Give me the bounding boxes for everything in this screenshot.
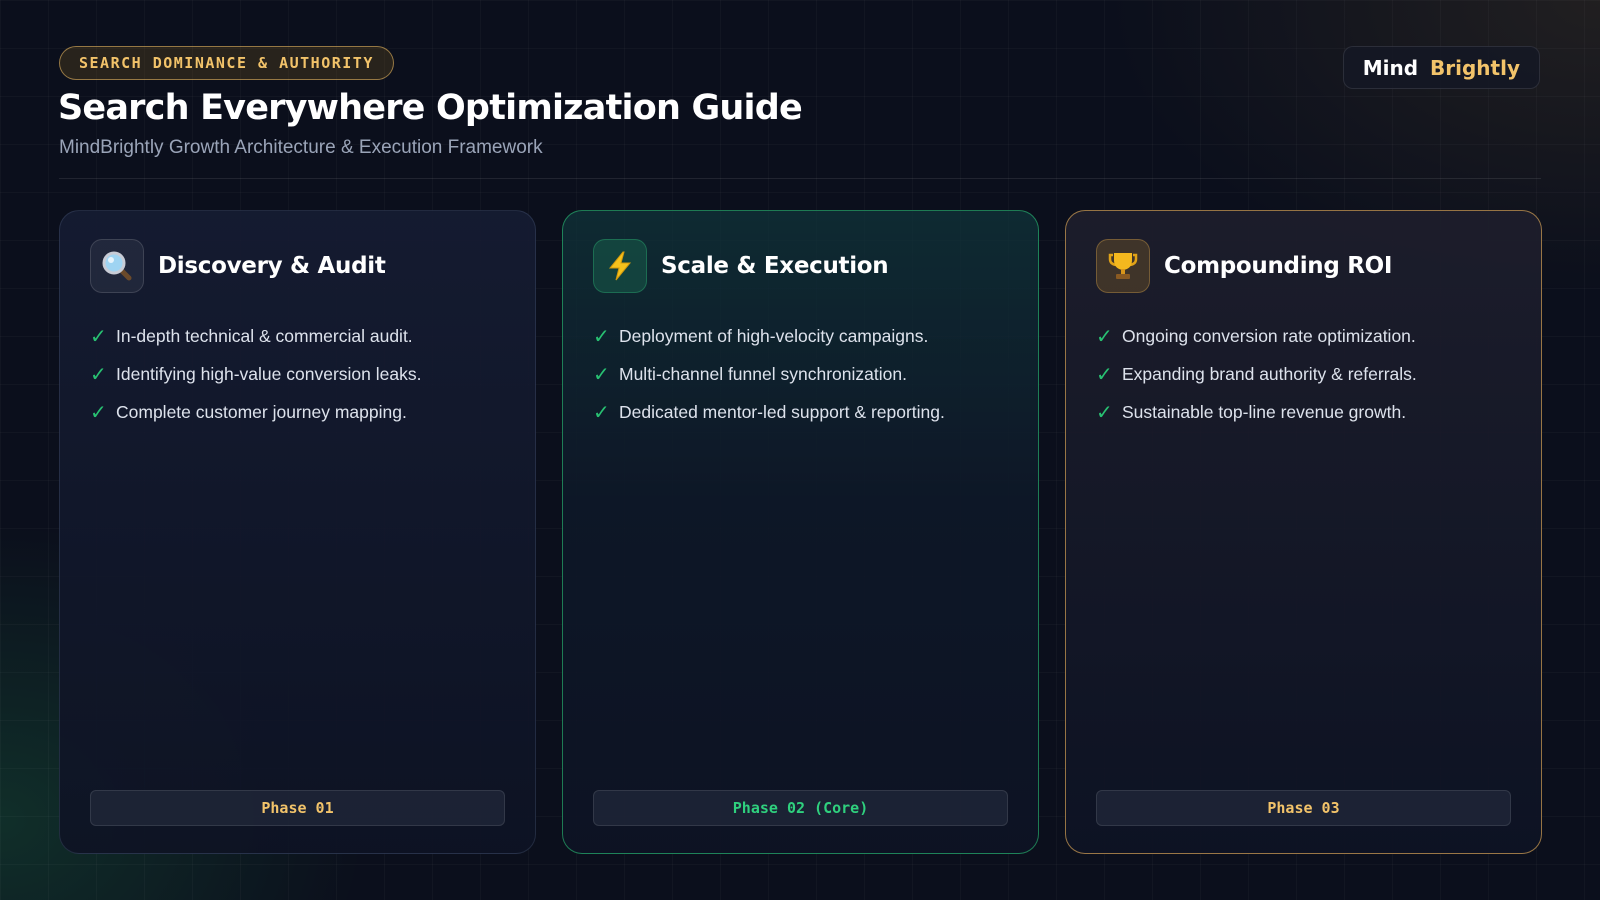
check-icon: ✓ [1096,325,1113,348]
phase-card-scale: Scale & Execution ✓ Deployment of high-v… [562,210,1039,854]
list-item-text: Dedicated mentor-led support & reporting… [619,401,945,422]
card-title: Scale & Execution [661,253,889,279]
list-item: ✓ Multi-channel funnel synchronization. [593,355,945,393]
check-icon: ✓ [593,325,610,348]
list-item: ✓ Complete customer journey mapping. [90,393,421,431]
lightning-icon [593,239,647,293]
header-divider [59,178,1541,179]
phase-card-roi: Compounding ROI ✓ Ongoing conversion rat… [1065,210,1542,854]
check-icon: ✓ [90,363,107,386]
list-item: ✓ Dedicated mentor-led support & reporti… [593,393,945,431]
check-icon: ✓ [593,401,610,424]
phase-label: Phase 03 [1096,790,1511,826]
card-checklist: ✓ In-depth technical & commercial audit.… [90,317,421,431]
list-item: ✓ Sustainable top-line revenue growth. [1096,393,1417,431]
category-badge-label: SEARCH DOMINANCE & AUTHORITY [79,54,374,72]
check-icon: ✓ [90,401,107,424]
phase-label: Phase 02 (Core) [593,790,1008,826]
phase-card-discovery: Discovery & Audit ✓ In-depth technical &… [59,210,536,854]
list-item: ✓ In-depth technical & commercial audit. [90,317,421,355]
check-icon: ✓ [1096,363,1113,386]
list-item: ✓ Ongoing conversion rate optimization. [1096,317,1417,355]
check-icon: ✓ [90,325,107,348]
magnifier-icon [90,239,144,293]
brand-logo: Mind Brightly [1342,46,1540,89]
phase-label: Phase 01 [90,790,505,826]
page-subtitle: MindBrightly Growth Architecture & Execu… [59,137,543,158]
list-item-text: Complete customer journey mapping. [116,401,407,422]
brand-logo-word-brightly: Brightly [1430,55,1520,80]
list-item-text: Ongoing conversion rate optimization. [1122,325,1416,346]
list-item-text: Sustainable top-line revenue growth. [1122,401,1407,422]
list-item: ✓ Expanding brand authority & referrals. [1096,355,1417,393]
page-title: Search Everywhere Optimization Guide [58,88,803,128]
check-icon: ✓ [593,363,610,386]
phase-cards: Discovery & Audit ✓ In-depth technical &… [59,210,1542,854]
card-checklist: ✓ Deployment of high-velocity campaigns.… [593,317,945,431]
check-icon: ✓ [1096,401,1113,424]
card-checklist: ✓ Ongoing conversion rate optimization. … [1096,317,1417,431]
list-item-text: Multi-channel funnel synchronization. [619,363,907,384]
card-header: Compounding ROI [1096,239,1392,293]
card-header: Scale & Execution [593,239,889,293]
list-item: ✓ Deployment of high-velocity campaigns. [593,317,945,355]
list-item-text: Expanding brand authority & referrals. [1122,363,1417,384]
trophy-icon [1096,239,1150,293]
card-header: Discovery & Audit [90,239,386,293]
brand-logo-word-mind: Mind [1362,55,1419,80]
list-item: ✓ Identifying high-value conversion leak… [90,355,421,393]
list-item-text: In-depth technical & commercial audit. [116,325,413,346]
card-title: Compounding ROI [1164,253,1393,279]
card-title: Discovery & Audit [158,253,386,279]
category-badge: SEARCH DOMINANCE & AUTHORITY [59,46,394,80]
list-item-text: Identifying high-value conversion leaks. [116,363,422,384]
list-item-text: Deployment of high-velocity campaigns. [619,325,929,346]
